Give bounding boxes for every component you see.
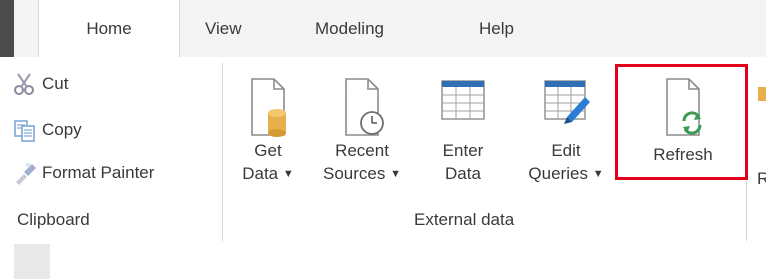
- window-edge: [0, 0, 14, 57]
- clipboard-group-label: Clipboard: [17, 210, 90, 229]
- edit-queries-icon: [541, 77, 591, 139]
- chevron-down-icon: ▼: [282, 168, 294, 181]
- partial-button-label: R: [757, 169, 766, 188]
- tab-home-label: Home: [86, 18, 132, 38]
- tab-modeling[interactable]: Modeling: [315, 0, 384, 57]
- tab-modeling-label: Modeling: [315, 18, 384, 38]
- scissors-icon: [12, 71, 38, 97]
- table-icon: [438, 77, 488, 139]
- tab-home[interactable]: Home: [38, 0, 180, 57]
- group-separator: [222, 63, 223, 241]
- left-panel-edge: [14, 244, 50, 279]
- get-data-button[interactable]: Get Data ▼: [236, 77, 300, 186]
- ribbon-tab-bar: Home View Modeling Help: [0, 0, 766, 57]
- enter-data-button[interactable]: Enter Data: [430, 77, 496, 185]
- edit-queries-button[interactable]: Edit Queries ▼: [520, 77, 612, 186]
- format-painter-label: Format Painter: [42, 163, 155, 182]
- tab-view-label: View: [205, 18, 242, 38]
- copy-icon: [12, 117, 38, 143]
- enter-data-label-line1: Enter: [442, 141, 484, 160]
- partial-button-icon: [758, 87, 766, 101]
- get-data-icon: [244, 77, 292, 139]
- recent-sources-label-line1: Recent: [335, 141, 389, 160]
- refresh-highlight-box: [615, 64, 748, 180]
- cut-label: Cut: [42, 74, 69, 93]
- copy-button[interactable]: Copy: [12, 117, 82, 143]
- chevron-down-icon: ▼: [592, 168, 604, 181]
- tab-help-label: Help: [479, 18, 514, 38]
- recent-sources-icon: [338, 77, 386, 139]
- chevron-down-icon: ▼: [390, 168, 401, 181]
- get-data-label-line2: Data: [242, 164, 279, 183]
- format-painter-button[interactable]: Format Painter: [12, 160, 154, 186]
- edit-queries-label-line2: Queries: [528, 164, 588, 183]
- canvas-area: [0, 244, 766, 279]
- get-data-label-line1: Get: [254, 141, 282, 160]
- tab-view[interactable]: View: [205, 0, 242, 57]
- edit-queries-label-line1: Edit: [551, 141, 581, 160]
- copy-label: Copy: [42, 120, 82, 139]
- recent-sources-label-line2: Sources: [323, 164, 386, 183]
- enter-data-label-line2: Data: [445, 164, 481, 183]
- recent-sources-button[interactable]: Recent Sources ▼: [304, 77, 420, 186]
- format-painter-icon: [12, 160, 38, 186]
- external-data-group-label: External data: [414, 210, 515, 229]
- tab-help[interactable]: Help: [479, 0, 514, 57]
- cut-button[interactable]: Cut: [12, 71, 68, 97]
